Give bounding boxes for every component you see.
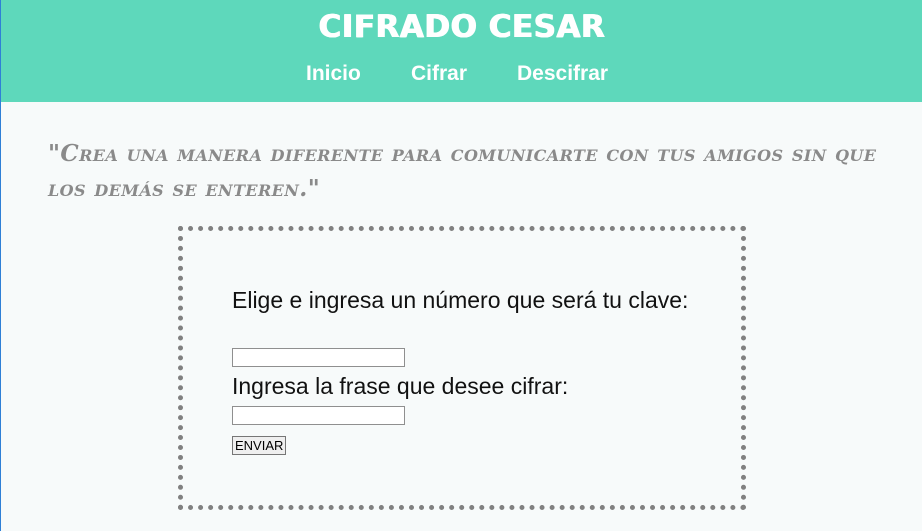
- phrase-input[interactable]: [232, 406, 405, 425]
- main-nav: Inicio Cifrar Descifrar: [1, 60, 922, 90]
- intro-quote: "Crea una manera diferente para comunica…: [48, 140, 877, 202]
- key-label: Elige e ingresa un número que será tu cl…: [232, 287, 689, 313]
- nav-link-cifrar[interactable]: Cifrar: [411, 60, 467, 88]
- nav-link-inicio[interactable]: Inicio: [306, 60, 361, 88]
- site-header: CIFRADO CESAR Inicio Cifrar Descifrar: [1, 0, 922, 102]
- submit-button[interactable]: ENVIAR: [232, 436, 287, 455]
- phrase-label: Ingresa la frase que desee cifrar:: [232, 373, 569, 399]
- nav-link-descifrar[interactable]: Descifrar: [517, 60, 608, 88]
- key-input[interactable]: [232, 348, 405, 367]
- cipher-form: Elige e ingresa un número que será tu cl…: [178, 226, 746, 510]
- site-title: CIFRADO CESAR: [318, 9, 606, 45]
